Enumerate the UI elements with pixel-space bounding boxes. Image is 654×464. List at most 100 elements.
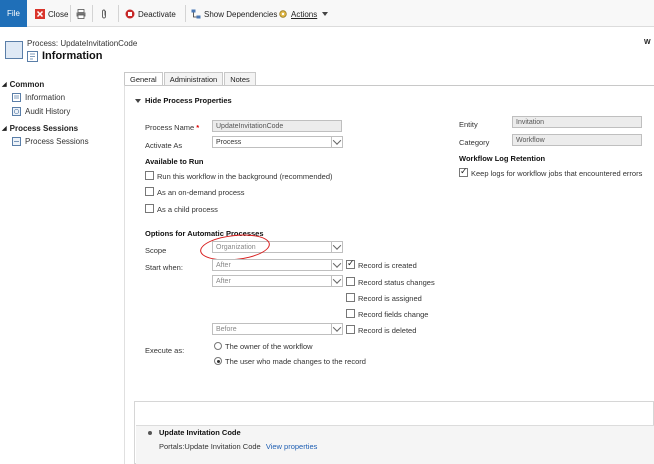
sidebar-item-process-sessions-label: Process Sessions [25,137,89,146]
start-when-select-1[interactable]: After [212,259,343,271]
record-deleted-label: Record is deleted [358,326,417,335]
start-when-value-2: After [216,277,231,285]
keep-logs-label: Keep logs for workflow jobs that encount… [471,169,643,178]
hide-process-properties-toggle[interactable]: Hide Process Properties [135,96,232,105]
start-when-select-3[interactable]: Before [212,323,343,335]
tab-notes-label: Notes [230,75,250,84]
process-entity-icon [5,41,23,59]
ribbon-divider [118,5,119,22]
process-sessions-icon [12,137,21,146]
entity-value: Invitation [516,118,545,126]
execute-as-label: Execute as: [145,346,185,355]
close-icon [35,9,45,19]
collapse-triangle-icon [135,98,141,103]
tab-general-label: General [130,75,157,84]
tab-administration-label: Administration [169,75,218,84]
chevron-down-icon [331,242,342,252]
available-to-run-heading: Available to Run [145,157,204,166]
information-form-icon [27,51,38,62]
chevron-down-icon [331,260,342,270]
on-demand-checkbox[interactable] [145,187,154,196]
ribbon-divider [185,5,186,22]
user-radio[interactable] [214,357,222,365]
child-process-label: As a child process [157,205,218,214]
print-button[interactable] [76,7,86,21]
printer-icon [76,9,86,19]
close-label: Close [48,9,69,19]
hide-process-properties-label: Hide Process Properties [145,96,232,105]
step-bullet-icon [148,431,152,435]
nav-section-process-sessions-label: Process Sessions [9,124,79,133]
deactivate-icon [125,9,135,19]
audit-history-icon [12,107,21,116]
record-created-label: Record is created [358,261,417,270]
activate-as-value: Process [216,138,242,146]
record-fields-checkbox[interactable] [346,309,355,318]
actions-button[interactable]: Actions [278,7,329,21]
tab-general[interactable]: General [124,72,163,86]
sidebar-item-process-sessions[interactable]: Process Sessions [12,137,89,146]
step-title: Update Invitation Code [159,428,241,437]
tab-administration[interactable]: Administration [163,72,224,86]
paperclip-icon [102,9,106,19]
record-status-checkbox[interactable] [346,277,355,286]
ribbon: File Close Deactivate Show Dependencies … [0,0,654,27]
ribbon-divider [92,5,93,22]
activate-as-label: Activate As [145,141,183,150]
nav-section-common-label: Common [9,80,45,89]
child-process-checkbox[interactable] [145,204,154,213]
page-title: Information [42,50,103,62]
tab-notes[interactable]: Notes [224,72,256,86]
close-button[interactable]: Close [35,7,68,21]
category-value: Workflow [516,136,545,144]
category-label: Category [459,138,490,147]
nav-section-common[interactable]: ◢ Common [2,80,44,89]
file-label: File [7,9,20,18]
entity-label: Entity [459,120,478,129]
chevron-down-icon [331,137,342,147]
show-dependencies-label: Show Dependencies [204,9,278,19]
show-dependencies-button[interactable]: Show Dependencies [191,7,277,21]
process-name-label: Process Name * [145,123,199,132]
deactivate-label: Deactivate [138,9,176,19]
view-properties-link[interactable]: View properties [266,442,318,451]
start-when-select-2[interactable]: After [212,275,343,287]
sidebar-item-audit-history-label: Audit History [25,107,71,116]
run-background-label: Run this workflow in the background (rec… [157,172,333,181]
ribbon-divider [70,5,71,22]
tab-bar: General Administration Notes [124,72,257,86]
process-name-field[interactable]: UpdateInvitationCode [212,120,342,132]
sidebar-item-information[interactable]: Information [12,93,65,102]
record-created-checkbox[interactable] [346,258,355,269]
process-name-value: UpdateInvitationCode [216,122,284,130]
deactivate-button[interactable]: Deactivate [125,7,176,21]
required-asterisk: * [196,123,200,132]
start-when-value-1: After [216,261,231,269]
process-name-label-text: Process Name [145,123,195,132]
record-deleted-checkbox[interactable] [346,325,355,334]
entity-field[interactable]: Invitation [512,116,642,128]
chevron-down-icon [331,276,342,286]
activate-as-select[interactable]: Process [212,136,343,148]
owner-radio[interactable] [214,342,222,350]
collapse-triangle-icon: ◢ [2,82,7,88]
information-icon [12,93,21,102]
file-button[interactable]: File [0,0,27,27]
attach-button[interactable] [99,7,109,21]
dependencies-icon [191,9,201,19]
step-description: Portals:Update Invitation Code [159,442,261,451]
process-label: Process: UpdateInvitationCode [27,39,138,48]
record-assigned-label: Record is assigned [358,294,422,303]
scope-label: Scope [145,246,167,255]
keep-logs-checkbox[interactable] [459,166,468,177]
run-background-checkbox[interactable] [145,171,154,180]
category-field[interactable]: Workflow [512,134,642,146]
record-assigned-checkbox[interactable] [346,293,355,302]
actions-gear-icon [279,10,287,18]
record-status-label: Record status changes [358,278,435,287]
nav-section-process-sessions[interactable]: ◢ Process Sessions [2,124,78,133]
record-fields-label: Record fields change [358,310,429,319]
actions-label: Actions [291,9,318,19]
start-when-value-3: Before [216,325,237,333]
sidebar-item-audit-history[interactable]: Audit History [12,107,70,116]
